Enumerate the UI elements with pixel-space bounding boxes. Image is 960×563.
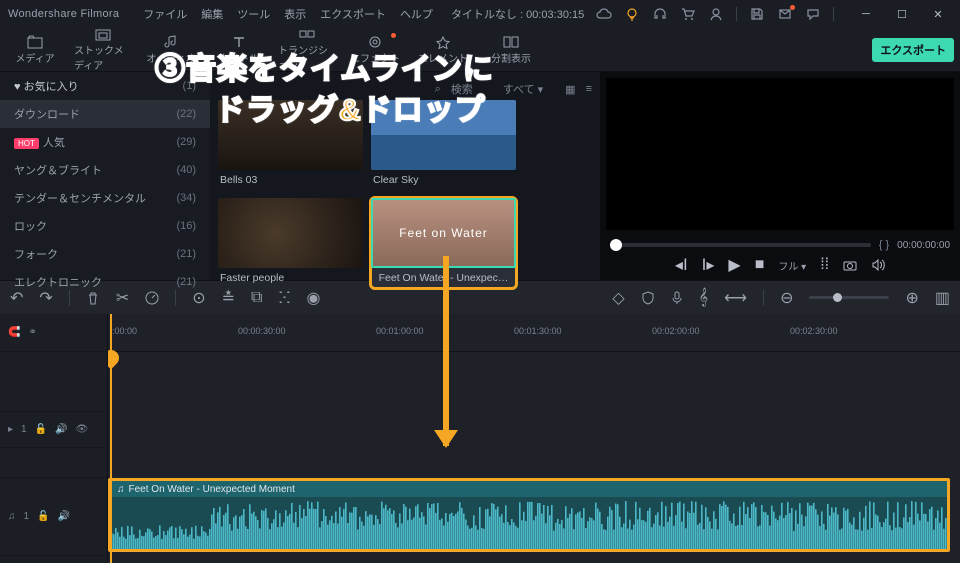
timeline-view-button[interactable]: ▥	[935, 288, 950, 308]
menubar: ファイル 編集 ツール 表示 エクスポート ヘルプ	[143, 6, 433, 22]
document-title: タイトルなし : 00:03:30:15	[451, 6, 584, 22]
play-button[interactable]: ▶	[728, 255, 740, 275]
tab-media[interactable]: メディア	[6, 35, 64, 65]
sidebar-rock[interactable]: ロック(16)	[0, 212, 210, 240]
save-icon[interactable]	[749, 6, 765, 22]
zoom-out-button[interactable]: ⊖	[780, 288, 793, 308]
menu-edit[interactable]: 編集	[201, 6, 223, 22]
maximize-button[interactable]: ☐	[888, 4, 916, 24]
sidebar-folk[interactable]: フォーク(21)	[0, 240, 210, 268]
zoom-in-button[interactable]: ⊕	[905, 288, 918, 308]
audio-clip-title: Feet On Water - Unexpected Moment	[129, 484, 295, 495]
prev-frame-button[interactable]: ◂Ⅰ	[675, 255, 688, 275]
preview-seek: { } 00:00:00:00	[600, 236, 960, 254]
music-note-icon: ♫	[117, 484, 125, 495]
mute-icon[interactable]: 🔊	[55, 424, 67, 435]
levels-icon[interactable]: ⁞⁞	[820, 256, 829, 274]
bulb-icon[interactable]	[624, 6, 640, 22]
camera-icon[interactable]	[843, 259, 857, 271]
mic-button[interactable]	[671, 291, 683, 305]
stop-button[interactable]: ■	[755, 256, 765, 274]
grid-view-icon[interactable]: ▦	[565, 83, 575, 96]
annotation-text: ③音楽をタイムラインに ドラッグ&ドロップ	[155, 50, 494, 131]
ruler[interactable]: :00:00 00:00:30:00 00:01:00:00 00:01:30:…	[108, 314, 960, 352]
delete-button[interactable]	[86, 291, 100, 305]
menu-file[interactable]: ファイル	[143, 6, 187, 22]
sidebar-tender[interactable]: テンダー＆センチメンタル(34)	[0, 184, 210, 212]
cloud-icon[interactable]	[596, 6, 612, 22]
undo-button[interactable]: ↶	[10, 288, 23, 308]
speed-button[interactable]	[145, 291, 159, 305]
titlebar: Wondershare Filmora ファイル 編集 ツール 表示 エクスポー…	[0, 0, 960, 28]
sidebar-electronic[interactable]: エレクトロニック(21)	[0, 268, 210, 296]
timeline: 🧲 ⚭ ▸1 🔓 🔊 👁 ♫1 🔓 🔊 :00:00 00:00:30:00 0…	[0, 314, 960, 563]
marker-button[interactable]: ◇	[612, 288, 624, 308]
sort-dropdown[interactable]: すべて ▾	[503, 81, 543, 97]
menu-view[interactable]: 表示	[284, 6, 306, 22]
seek-track[interactable]	[610, 243, 871, 247]
seek-time: 00:00:00:00	[897, 240, 950, 251]
redo-button[interactable]: ↷	[39, 288, 52, 308]
magnet-icon[interactable]: 🧲	[8, 327, 20, 338]
audio-button[interactable]: ⵘ	[278, 288, 290, 308]
link-icon[interactable]: ⚭	[28, 327, 36, 338]
user-icon[interactable]	[708, 6, 724, 22]
mixer-button[interactable]: 𝄞	[699, 289, 708, 307]
cut-button[interactable]: ✂	[116, 288, 129, 308]
fit-button[interactable]: ⟷	[724, 288, 747, 308]
guard-button[interactable]	[641, 291, 655, 305]
adjust-button[interactable]: ≛	[222, 288, 235, 308]
preview-controls: ◂Ⅰ Ⅰ▸ ▶ ■ フル ▾ ⁞⁞	[600, 254, 960, 280]
crop-button[interactable]: ⧉	[251, 289, 262, 307]
waveform	[111, 497, 950, 549]
cart-icon[interactable]	[680, 6, 696, 22]
full-label[interactable]: フル ▾	[778, 258, 806, 273]
sidebar-young[interactable]: ヤング＆ブライト(40)	[0, 156, 210, 184]
track-audio-icon: ♫	[8, 511, 16, 522]
timeline-tracks[interactable]: :00:00 00:00:30:00 00:01:00:00 00:01:30:…	[108, 314, 960, 563]
preview-panel: { } 00:00:00:00 ◂Ⅰ Ⅰ▸ ▶ ■ フル ▾ ⁞⁞	[600, 72, 960, 280]
preview-screen	[606, 78, 954, 230]
volume-icon[interactable]	[871, 259, 885, 271]
playhead[interactable]	[110, 314, 112, 563]
titlebar-right: ─ ☐ ✕	[596, 4, 952, 24]
clip-faster[interactable]: Faster people	[218, 198, 363, 288]
zoom-slider[interactable]	[809, 296, 889, 299]
headset-icon[interactable]	[652, 6, 668, 22]
app-name: Wondershare Filmora	[8, 8, 119, 20]
message-icon[interactable]	[805, 6, 821, 22]
sidebar-popular[interactable]: HOT人気(29)	[0, 128, 210, 156]
mute-icon[interactable]: 🔊	[58, 511, 70, 522]
menu-help[interactable]: ヘルプ	[400, 6, 433, 22]
step-back-button[interactable]: Ⅰ▸	[702, 255, 715, 275]
seek-braces[interactable]: { }	[879, 239, 889, 251]
lock-icon[interactable]: 🔓	[37, 511, 49, 522]
menu-tools[interactable]: ツール	[237, 6, 270, 22]
menu-export[interactable]: エクスポート	[320, 6, 386, 22]
close-button[interactable]: ✕	[924, 4, 952, 24]
track-video-icon: ▸	[8, 424, 13, 435]
render-button[interactable]: ◉	[306, 288, 320, 308]
eye-icon[interactable]: 👁	[76, 424, 89, 435]
inbox-icon[interactable]	[777, 6, 793, 22]
timer-button[interactable]: ⊙	[192, 288, 205, 308]
timeline-track-heads: 🧲 ⚭ ▸1 🔓 🔊 👁 ♫1 🔓 🔊	[0, 314, 108, 563]
annotation-arrow	[443, 256, 449, 446]
options-icon[interactable]: ≡	[586, 83, 592, 95]
minimize-button[interactable]: ─	[852, 4, 880, 24]
tab-stock[interactable]: ストックメディア	[74, 27, 132, 72]
export-button[interactable]: エクスポート	[872, 38, 954, 62]
audio-clip[interactable]: ♫ Feet On Water - Unexpected Moment	[108, 478, 950, 552]
lock-icon[interactable]: 🔓	[35, 424, 47, 435]
